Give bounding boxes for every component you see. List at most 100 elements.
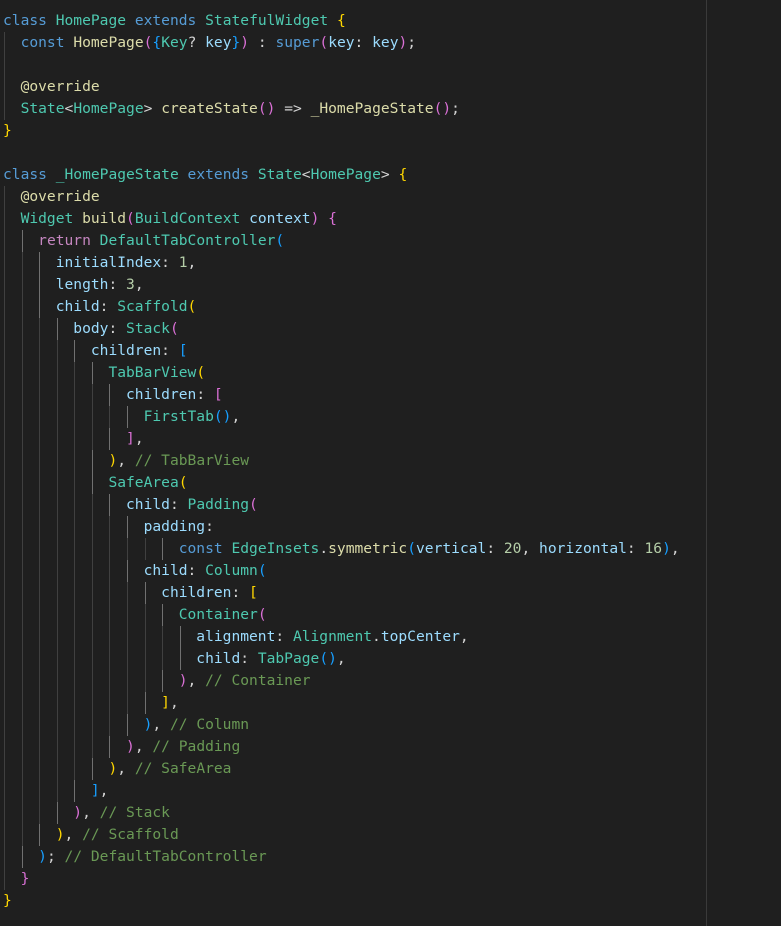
indent-guide: [127, 516, 129, 538]
indent-guide: [39, 824, 41, 846]
code-line[interactable]: const EdgeInsets.symmetric(vertical: 20,…: [3, 538, 680, 560]
code-token: super: [275, 34, 320, 51]
code-token: >: [380, 166, 399, 183]
code-token: return: [38, 232, 91, 249]
code-line[interactable]: class _HomePageState extends State<HomeP…: [3, 164, 680, 186]
code-line[interactable]: ), // SafeArea: [3, 758, 680, 780]
indent-guide: [162, 538, 164, 560]
code-line[interactable]: const HomePage({Key? key}) : super(key: …: [3, 32, 680, 54]
code-line[interactable]: children: [: [3, 582, 680, 604]
indent-guide: [56, 428, 58, 450]
indent-guide: [109, 516, 111, 538]
indent-guide: [4, 692, 5, 714]
code-line[interactable]: TabBarView(: [3, 362, 680, 384]
code-line[interactable]: Widget build(BuildContext context) {: [3, 208, 680, 230]
code-line[interactable]: ), // Stack: [3, 802, 680, 824]
code-line[interactable]: ],: [3, 428, 680, 450]
code-line[interactable]: @override: [3, 76, 680, 98]
indent-guide: [144, 626, 146, 648]
code-token: build: [82, 210, 127, 227]
code-line[interactable]: }: [3, 868, 680, 890]
indent-guide: [74, 758, 76, 780]
code-line[interactable]: ), // Scaffold: [3, 824, 680, 846]
code-token: @override: [20, 188, 100, 205]
code-line[interactable]: ],: [3, 692, 680, 714]
code-line[interactable]: length: 3,: [3, 274, 680, 296]
code-line[interactable]: }: [3, 120, 680, 142]
code-line[interactable]: child: TabPage(),: [3, 648, 680, 670]
code-token: ,: [64, 826, 83, 843]
code-editor[interactable]: class HomePage extends StatefulWidget { …: [0, 0, 781, 926]
code-token: (: [169, 320, 179, 337]
indent-guide: [56, 692, 58, 714]
code-line[interactable]: }: [3, 890, 680, 912]
code-line[interactable]: SafeArea(: [3, 472, 680, 494]
indent-guide: [109, 604, 111, 626]
code-token: 20: [503, 540, 522, 557]
indent-guide: [56, 626, 58, 648]
indent-guide: [21, 516, 23, 538]
indent-guide: [56, 340, 58, 362]
indent-guide: [39, 780, 41, 802]
code-lines[interactable]: class HomePage extends StatefulWidget { …: [3, 10, 680, 912]
code-line[interactable]: class HomePage extends StatefulWidget {: [3, 10, 680, 32]
code-line[interactable]: return DefaultTabController(: [3, 230, 680, 252]
indent-guide: [74, 384, 76, 406]
code-line[interactable]: padding:: [3, 516, 680, 538]
indent-guide: [21, 824, 23, 846]
code-line[interactable]: ), // Column: [3, 714, 680, 736]
code-line[interactable]: children: [: [3, 384, 680, 406]
code-token: ): [108, 760, 118, 777]
indent-guide: [56, 516, 58, 538]
indent-guide: [56, 406, 58, 428]
code-line[interactable]: State<HomePage> createState() => _HomePa…: [3, 98, 680, 120]
indent-guide: [4, 824, 5, 846]
indent-guide: [74, 538, 76, 560]
code-line[interactable]: ), // Container: [3, 670, 680, 692]
code-line[interactable]: ],: [3, 780, 680, 802]
indent-guide: [56, 582, 58, 604]
indent-guide: [4, 296, 5, 318]
code-token: State: [257, 166, 302, 183]
code-line[interactable]: child: Column(: [3, 560, 680, 582]
indent-guide: [109, 384, 111, 406]
code-line[interactable]: child: Scaffold(: [3, 296, 680, 318]
indent-guide: [39, 384, 41, 406]
indent-guide: [39, 626, 41, 648]
code-token: (): [433, 100, 452, 117]
code-token: :: [169, 496, 188, 513]
indent-guide: [21, 450, 23, 472]
code-token: }: [20, 870, 30, 887]
code-line[interactable]: FirstTab(),: [3, 406, 680, 428]
code-token: [: [178, 342, 188, 359]
indent-guide: [21, 230, 23, 252]
code-line[interactable]: Container(: [3, 604, 680, 626]
code-line[interactable]: ), // TabBarView: [3, 450, 680, 472]
code-line[interactable]: ), // Padding: [3, 736, 680, 758]
code-line[interactable]: children: [: [3, 340, 680, 362]
code-line[interactable]: ); // DefaultTabController: [3, 846, 680, 868]
code-line[interactable]: initialIndex: 1,: [3, 252, 680, 274]
indent-guide: [39, 802, 41, 824]
code-token: BuildContext: [134, 210, 241, 227]
indent-guide: [21, 780, 23, 802]
indent-guide: [91, 516, 93, 538]
code-line[interactable]: [3, 54, 680, 76]
code-token: :: [108, 320, 127, 337]
code-token: }: [3, 892, 12, 909]
code-token: (): [319, 650, 337, 667]
code-token: 1: [178, 254, 188, 271]
code-line[interactable]: @override: [3, 186, 680, 208]
code-line[interactable]: [3, 142, 680, 164]
indent-guide: [74, 626, 76, 648]
code-line[interactable]: body: Stack(: [3, 318, 680, 340]
indent-guide: [39, 428, 41, 450]
code-line[interactable]: alignment: Alignment.topCenter,: [3, 626, 680, 648]
indent-guide: [21, 494, 23, 516]
code-line[interactable]: child: Padding(: [3, 494, 680, 516]
